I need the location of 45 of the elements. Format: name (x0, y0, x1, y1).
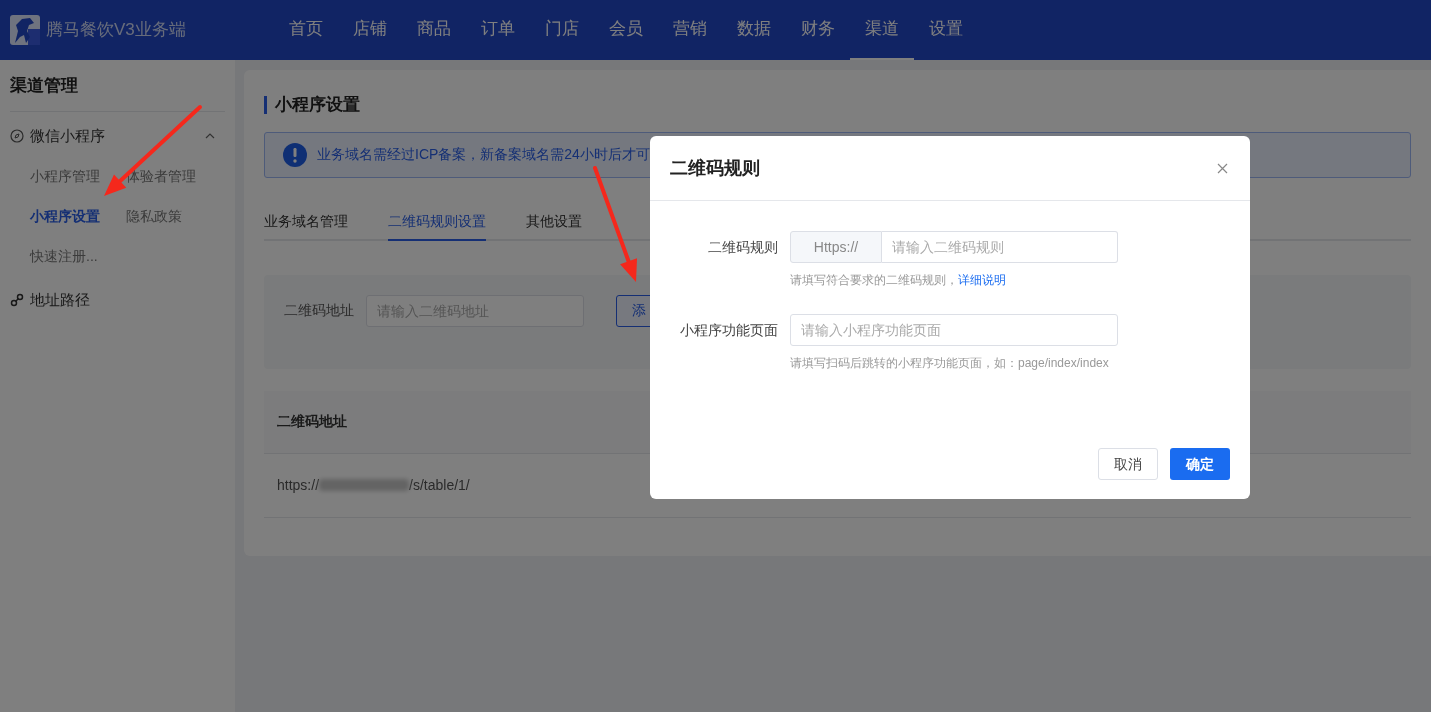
horse-logo-icon (10, 15, 40, 45)
nav-tab[interactable]: 商品 (402, 0, 466, 60)
nav-tab[interactable]: 设置 (914, 0, 978, 60)
tab[interactable]: 业务域名管理 (264, 203, 348, 241)
submenu-item[interactable]: 小程序管理 (30, 156, 126, 196)
info-icon (283, 142, 307, 167)
nav-tab[interactable]: 首页 (274, 0, 338, 60)
confirm-button[interactable]: 确定 (1170, 448, 1230, 480)
tab[interactable]: 二维码规则设置 (388, 203, 486, 241)
field-hint: 请填写扫码后跳转的小程序功能页面，如：page/index/index (790, 355, 1110, 372)
submenu-item[interactable]: 隐私政策 (126, 196, 225, 236)
link-icon (10, 293, 24, 307)
menu-group[interactable]: 微信小程序 (10, 116, 225, 156)
page-title: 小程序设置 (275, 94, 360, 116)
nav-tab[interactable]: 门店 (530, 0, 594, 60)
url-prefix: Https:// (790, 231, 882, 263)
submenu-item[interactable]: 小程序设置 (30, 196, 126, 236)
nav-tab[interactable]: 订单 (466, 0, 530, 60)
nav-tab[interactable]: 店铺 (338, 0, 402, 60)
input-field[interactable]: 请输入小程序功能页面 (790, 314, 1118, 346)
filter-label: 二维码地址 (284, 301, 354, 320)
column-header: 二维码地址 (277, 412, 347, 431)
alert-text: 业务域名需经过ICP备案，新备案域名需24小时后才可 (317, 145, 650, 164)
field-label: 二维码规则 (707, 237, 778, 257)
nav-tab[interactable]: 渠道 (850, 0, 914, 60)
submenu-item[interactable]: 快速注册... (30, 236, 126, 276)
detail-link[interactable]: 详细说明 (958, 273, 1006, 287)
brand-name: 腾马餐饮V3业务端 (46, 19, 186, 42)
dialog-title: 二维码规则 (670, 156, 760, 180)
nav-tab[interactable]: 财务 (786, 0, 850, 60)
tab[interactable]: 其他设置 (526, 203, 582, 241)
nav-tab[interactable]: 营销 (658, 0, 722, 60)
close-icon (1216, 162, 1228, 174)
nav-tab[interactable]: 数据 (722, 0, 786, 60)
sidebar-title: 渠道管理 (10, 60, 225, 112)
table-cell-text: https:// (277, 475, 320, 495)
table-cell-text: /s/table/1/ (409, 475, 470, 495)
input-field[interactable]: 请输入二维码规则 (882, 231, 1118, 263)
compass-icon (10, 129, 24, 143)
cancel-button[interactable]: 取消 (1098, 448, 1158, 480)
field-hint: 请填写符合要求的二维码规则，详细说明 (790, 272, 1007, 289)
nav-tab[interactable]: 会员 (594, 0, 658, 60)
menu-group[interactable]: 地址路径 (10, 280, 225, 320)
chevron-up-icon (205, 133, 215, 139)
field-label: 小程序功能页面 (679, 320, 778, 340)
